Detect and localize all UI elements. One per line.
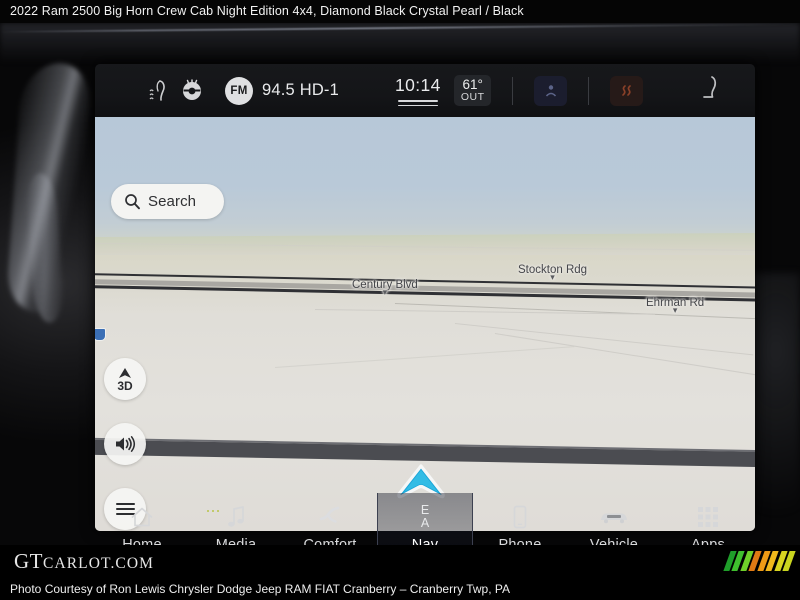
search-icon (125, 194, 140, 210)
map-label-ehrman-rd: Ehrman Rd ▾ (646, 297, 705, 315)
status-bar: FM 94.5 HD-1 10:14 61° OUT (95, 64, 755, 117)
seat-comfort-icon (316, 502, 344, 532)
map-label-century-blvd: Century Blvd ▾ (352, 279, 418, 297)
watermark-stripes (722, 551, 796, 571)
navigation-arrow-icon (119, 367, 131, 378)
screenshot-root: 2022 Ram 2500 Big Horn Crew Cab Night Ed… (0, 0, 800, 600)
media-activity-dots (207, 510, 220, 513)
navigation-map[interactable]: Century Blvd ▾ Stockton Rdg ▾ Ehrman Rd … (95, 117, 755, 531)
heated-icon (622, 84, 631, 96)
person-assist-icon (545, 84, 557, 97)
photo-credit: Photo Courtesy of Ron Lewis Chrysler Dod… (0, 578, 800, 600)
seat-icon[interactable] (698, 74, 720, 107)
truck-icon (596, 502, 632, 532)
watermark-brand: GTCARLOT.COM (0, 549, 154, 574)
outside-temperature[interactable]: 61° OUT (453, 74, 492, 107)
tab-vehicle-label: Vehicle (589, 537, 639, 545)
home-icon (129, 502, 155, 532)
grid-apps-icon (696, 502, 720, 532)
tab-nav-label: Nav (411, 537, 439, 545)
watermark-brand-suffix: CARLOT.COM (43, 555, 155, 572)
listing-caption: 2022 Ram 2500 Big Horn Crew Cab Night Ed… (0, 0, 800, 23)
map-volume-button[interactable] (104, 423, 146, 465)
map-sky (95, 117, 755, 242)
tab-vehicle[interactable]: Vehicle (567, 493, 661, 545)
tab-media[interactable]: Media (189, 493, 283, 545)
map-view-3d-label: 3D (117, 378, 133, 393)
watermark-bar: GTCARLOT.COM (0, 545, 800, 578)
tab-home[interactable]: Home (95, 493, 189, 545)
clock-time: 10:14 (395, 74, 441, 95)
speaker-volume-icon (116, 436, 136, 452)
tab-comfort-label: Comfort (303, 537, 357, 545)
search-input[interactable]: Search (111, 184, 224, 219)
tab-phone[interactable]: Phone (473, 493, 567, 545)
clock-underline (397, 98, 438, 107)
phone-icon (511, 502, 529, 532)
bottom-tab-bar: Home Media Comfort E A Nav Phone Vehicle… (95, 493, 755, 545)
infotainment-screen: FM 94.5 HD-1 10:14 61° OUT Century Blvd … (95, 64, 755, 531)
tab-home-label: Home (122, 537, 162, 545)
radio-band-badge: FM (225, 76, 253, 105)
tab-media-label: Media (215, 537, 257, 545)
watermark-brand-prefix: GT (14, 549, 43, 573)
radio-status[interactable]: FM 94.5 HD-1 (225, 76, 340, 105)
status-bar-left-group: FM 94.5 HD-1 (95, 76, 340, 105)
temperature-value: 61° (462, 76, 483, 92)
tab-apps-label: Apps (691, 537, 725, 545)
music-note-icon (224, 502, 248, 532)
heated-icon-button[interactable] (610, 75, 644, 106)
seat-heater-icon[interactable] (147, 78, 169, 104)
dashboard-photo: FM 94.5 HD-1 10:14 61° OUT Century Blvd … (0, 23, 800, 545)
tab-phone-label: Phone (498, 537, 542, 545)
tab-comfort[interactable]: Comfort (283, 493, 377, 545)
tab-apps[interactable]: Apps (661, 493, 755, 545)
radio-station-label: 94.5 HD-1 (262, 81, 340, 99)
compass-icon: E A (421, 502, 429, 532)
steering-wheel-heater-icon[interactable] (180, 78, 202, 104)
temperature-label: OUT (460, 91, 485, 104)
map-label-stockton-rdg: Stockton Rdg ▾ (518, 264, 588, 282)
status-bar-right-group: 10:14 61° OUT (395, 74, 720, 107)
assist-icon-button[interactable] (534, 75, 568, 106)
status-divider-1 (512, 76, 514, 105)
highway-shield-marker (95, 328, 106, 341)
status-divider-2 (588, 76, 590, 105)
map-view-3d-button[interactable]: 3D (104, 358, 146, 400)
search-label: Search (148, 193, 197, 210)
tab-nav[interactable]: E A Nav (377, 493, 473, 545)
clock: 10:14 (395, 74, 441, 107)
compass-heading-secondary: A (420, 516, 430, 530)
